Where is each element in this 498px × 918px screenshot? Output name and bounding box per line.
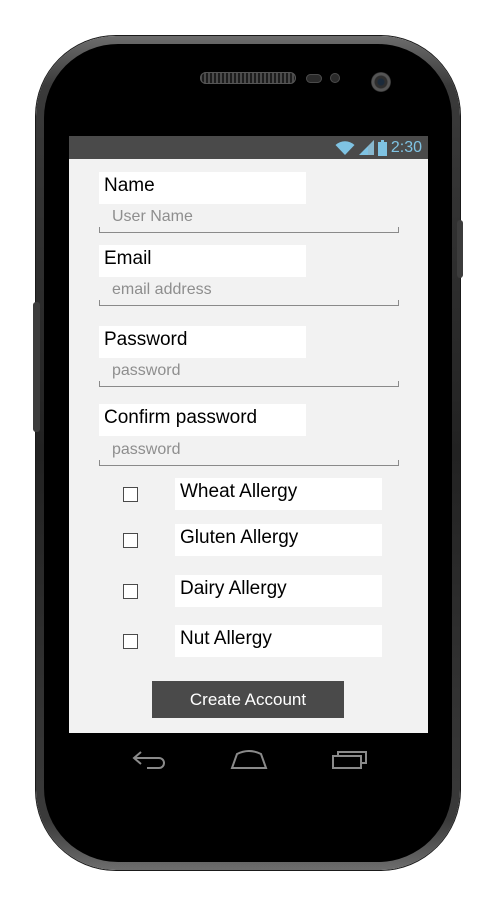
wifi-icon	[335, 141, 355, 155]
dairy-allergy-checkbox[interactable]	[123, 584, 138, 599]
confirm-password-placeholder: password	[112, 441, 181, 458]
gluten-allergy-checkbox[interactable]	[123, 533, 138, 548]
confirm-password-label: Confirm password	[99, 404, 306, 436]
wheat-allergy-checkbox[interactable]	[123, 487, 138, 502]
password-input[interactable]: password	[99, 359, 399, 387]
dairy-allergy-label: Dairy Allergy	[175, 575, 382, 607]
proximity-sensor	[306, 74, 322, 83]
gluten-allergy-label: Gluten Allergy	[175, 524, 382, 556]
battery-icon	[377, 139, 387, 156]
nut-allergy-label: Nut Allergy	[175, 625, 382, 657]
screen: 2:30 Name User Name Email email address …	[69, 136, 428, 733]
name-placeholder: User Name	[112, 208, 193, 225]
recent-apps-icon[interactable]	[331, 748, 369, 770]
home-icon[interactable]	[230, 748, 268, 770]
front-camera-icon	[371, 72, 391, 92]
password-label: Password	[99, 326, 306, 358]
email-input[interactable]: email address	[99, 278, 399, 306]
email-label: Email	[99, 245, 306, 277]
wheat-allergy-label: Wheat Allergy	[175, 478, 382, 510]
name-input[interactable]: User Name	[99, 205, 399, 233]
name-label: Name	[99, 172, 306, 204]
confirm-password-input[interactable]: password	[99, 438, 399, 466]
volume-button	[33, 302, 40, 432]
back-icon[interactable]	[131, 748, 167, 770]
nut-allergy-checkbox[interactable]	[123, 634, 138, 649]
status-bar: 2:30	[69, 136, 428, 159]
earpiece-speaker	[200, 72, 296, 84]
signal-icon	[358, 140, 374, 155]
power-button	[457, 220, 463, 278]
status-time: 2:30	[390, 139, 422, 156]
email-placeholder: email address	[112, 281, 212, 298]
light-sensor	[330, 73, 340, 83]
password-placeholder: password	[112, 362, 181, 379]
create-account-button[interactable]: Create Account	[152, 681, 344, 718]
